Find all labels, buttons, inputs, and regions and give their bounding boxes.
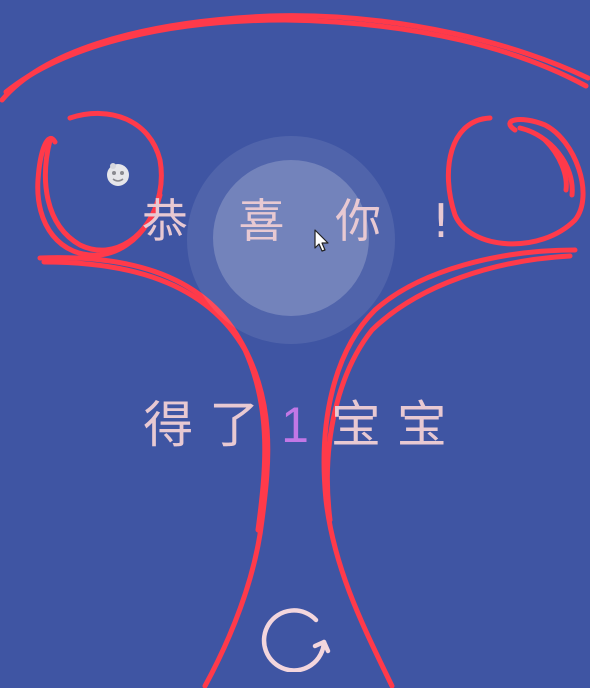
baby-count: 1 xyxy=(281,397,309,453)
congratulations-title: 恭 喜 你 ! xyxy=(141,194,469,248)
red-annotation-outline xyxy=(0,13,590,688)
result-suffix: 宝 宝 xyxy=(330,396,447,454)
mouse-cursor-icon xyxy=(314,229,329,252)
result-line: 得 了1宝 宝 xyxy=(0,400,590,450)
restart-icon[interactable] xyxy=(254,598,338,672)
game-result-screen: 恭 喜 你 ! 得 了1宝 宝 xyxy=(0,0,590,688)
baby-icon xyxy=(107,163,129,186)
result-prefix: 得 了 xyxy=(143,396,260,454)
